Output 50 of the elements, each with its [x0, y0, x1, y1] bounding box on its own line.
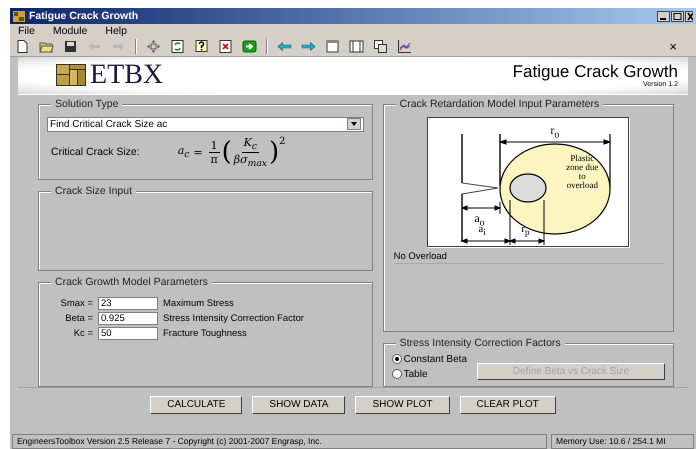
maximize-icon[interactable]	[671, 10, 684, 22]
window-icon[interactable]	[325, 39, 340, 54]
action-button[interactable]: CALCULATE	[150, 396, 242, 414]
parameter-input[interactable]: 23	[98, 296, 158, 310]
parameter-description: Maximum Stress	[163, 298, 234, 309]
copy-icon[interactable]	[373, 39, 388, 54]
move-arrows-icon[interactable]	[146, 39, 161, 54]
group-title: Solution Type	[51, 98, 122, 110]
question-icon[interactable]	[194, 39, 209, 54]
delete-icon[interactable]	[218, 39, 233, 54]
status-text: EngineersToolbox Version 2.5 Release 7 - Copyright (c) 2001-2007 Engrasp, Inc.	[12, 434, 547, 449]
page-icon[interactable]	[15, 39, 30, 54]
parameter-input[interactable]: 50	[98, 326, 158, 340]
parameter-label: Beta =	[64, 312, 93, 324]
parameter-description: Fracture Toughness	[163, 328, 247, 339]
solution-type-dropdown[interactable]: Find Critical Crack Size ac	[47, 116, 364, 132]
close-icon[interactable]	[685, 10, 693, 22]
group-title: Crack Size Input	[51, 184, 136, 197]
group-title: Crack Growth Model Parameters	[51, 276, 212, 288]
group-title: Stress Intensity Correction Factors	[396, 336, 565, 349]
line-chart-icon[interactable]	[397, 39, 412, 54]
logo-icon	[56, 64, 86, 86]
refresh-icon[interactable]	[170, 39, 185, 54]
menu-item[interactable]: Help	[105, 25, 127, 38]
radio-option[interactable]: Table	[392, 368, 467, 380]
action-button[interactable]: SHOW PLOT	[355, 396, 450, 414]
floppy-icon[interactable]	[63, 39, 78, 54]
close-button[interactable]: ×	[669, 39, 691, 54]
module-title: Fatigue Crack Growth	[512, 62, 678, 80]
menu-item[interactable]: File	[18, 25, 35, 38]
window-title: Fatigue Crack Growth	[29, 10, 140, 22]
radio-option[interactable]: Constant Beta	[392, 354, 467, 365]
app-icon	[13, 10, 25, 22]
logo-text: ETBX	[90, 61, 164, 90]
memory-usage: Memory Use: 10.6 / 254.1 MI	[551, 434, 694, 449]
model-label: No Overload	[394, 250, 663, 264]
minimize-icon[interactable]	[657, 10, 670, 22]
group-title: Crack Retardation Model Input Parameters	[396, 98, 604, 110]
action-button[interactable]: CLEAR PLOT	[460, 396, 556, 414]
parameter-description: Stress Intensity Correction Factor	[163, 312, 304, 324]
film-icon[interactable]	[349, 39, 364, 54]
parameter-label: Kc =	[72, 328, 93, 339]
diagram-label: Plastic zone due to overload	[565, 154, 600, 190]
formula-label: Critical Crack Size:	[51, 146, 140, 158]
menu-item[interactable]: Module	[52, 25, 88, 38]
diagram-label: r$_{p}$	[521, 224, 530, 237]
diagram-label: a$_{o}$	[474, 212, 485, 228]
parameter-input[interactable]: 0.925	[98, 312, 158, 325]
parameter-label: Smax =	[60, 298, 93, 309]
action-button[interactable]: SHOW DATA	[252, 396, 346, 414]
